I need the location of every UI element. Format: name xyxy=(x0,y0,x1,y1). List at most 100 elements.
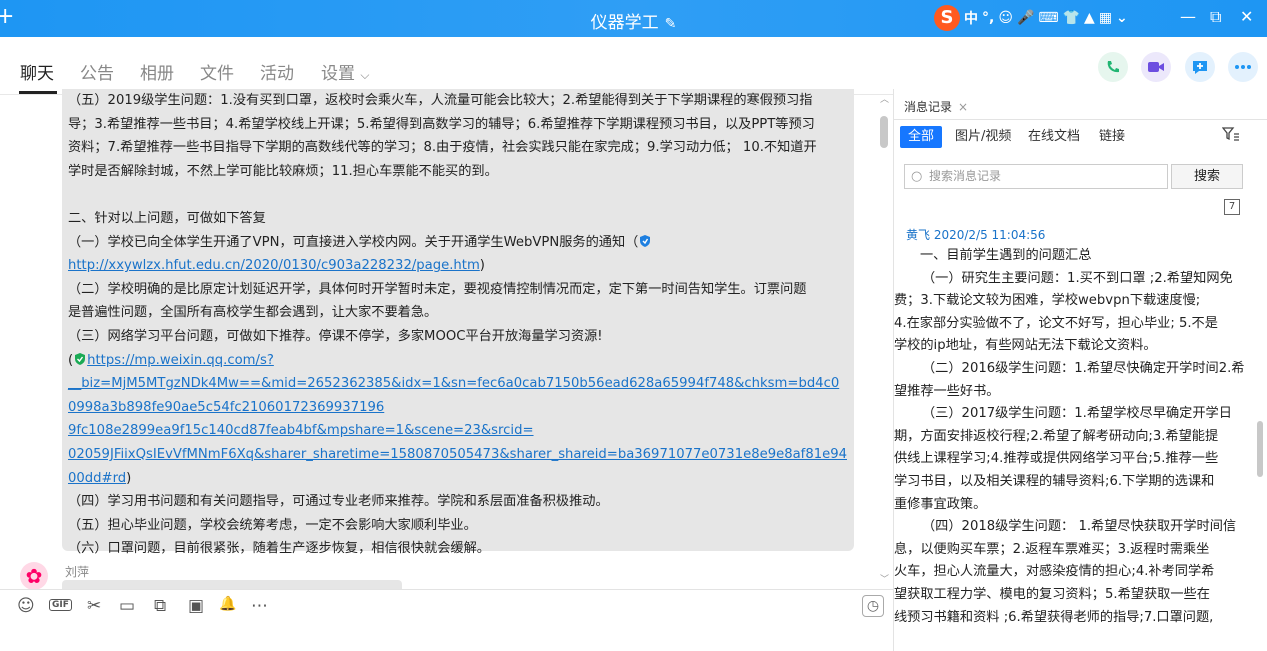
input-toolbar: ☺ GIF ✂ ▭ ⧉ ▣ 🔔 ⋯ ◷ xyxy=(0,590,893,651)
scroll-down-icon[interactable]: ﹀ xyxy=(880,572,889,585)
webvpn-link[interactable]: http://xxywlzx.hfut.edu.cn/2020/0130/c90… xyxy=(68,258,480,273)
ime-punct-icon[interactable]: °, xyxy=(982,10,994,26)
close-icon[interactable]: ✕ xyxy=(1240,7,1253,26)
message-line: （三）网络学习平台问题，可做如下推荐。停课不停学，多家MOOC平台开放海量学习资… xyxy=(68,328,603,344)
video-call-button[interactable] xyxy=(1141,52,1171,82)
video-icon xyxy=(1148,62,1164,72)
message-line: http://xxywlzx.hfut.edu.cn/2020/0130/c90… xyxy=(68,254,848,278)
message-line: __biz=MjM5MTgzNDk4Mw==&mid=2652362385&id… xyxy=(68,372,848,396)
history-line: 供线上课程学习;4.推荐或提供网络学习平台;5.推荐一些 xyxy=(894,451,1219,467)
message-bubble[interactable]: （五）2019级学生问题：1.没有买到口罩，返校时会乘火车，人流量可能会比较大；… xyxy=(62,89,854,556)
message-line: 是普遍性问题，全国所有高校学生都会遇到，让大家不要着急。 xyxy=(68,305,438,321)
tab-album[interactable]: 相册 xyxy=(140,59,174,84)
voice-call-button[interactable] xyxy=(1098,52,1128,82)
filter-all[interactable]: 全部 xyxy=(900,126,943,148)
ime-toolbar: S 中 °, ☺ 🎤 ⌨ 👕 ▲ ▦ ⌄ xyxy=(934,4,1148,32)
gif-icon[interactable]: GIF xyxy=(49,599,72,611)
history-line: （一）研究生主要问题：1.买不到口罩 ;2.希望知网免 xyxy=(922,270,1233,286)
message-line: （五）2019级学生问题：1.没有买到口罩，返校时会乘火车，人流量可能会比较大；… xyxy=(68,93,813,108)
ime-skin-icon[interactable]: 👕 xyxy=(1063,10,1080,26)
mooc-link[interactable]: __biz=MjM5MTgzNDk4Mw==&mid=2652362385&id… xyxy=(68,376,839,391)
history-message: 一、目前学生遇到的问题汇总 （一）研究生主要问题：1.买不到口罩 ;2.希望知网… xyxy=(894,245,1258,629)
search-icon: ○ xyxy=(911,169,923,184)
sogou-logo-icon[interactable]: S xyxy=(934,5,960,31)
nav-bar: 聊天 公告 相册 文件 活动 设置 ⌵ xyxy=(0,37,1267,95)
phone-icon xyxy=(1107,61,1119,73)
history-line: 望获取工程力学、模电的复习资料；5.希望获取一些在 xyxy=(894,586,1210,602)
ime-keyboard-icon[interactable]: ⌨ xyxy=(1038,10,1058,26)
tab-settings[interactable]: 设置 ⌵ xyxy=(321,59,370,84)
restore-icon[interactable]: ⧉ xyxy=(1210,7,1221,27)
history-line: （四）2018级学生问题： 1.希望尽快获取开学时间信 xyxy=(922,519,1237,535)
sender-name: 刘萍 xyxy=(65,565,90,579)
mooc-link[interactable]: 00dd#rd xyxy=(68,471,126,486)
tab-announcement[interactable]: 公告 xyxy=(80,59,114,84)
emoji-icon[interactable]: ☺ xyxy=(17,596,35,616)
message-line: （二）学校明确的是比原定计划延迟开学，具体何时开学暂时未定，要视疫情控制情况而定… xyxy=(68,281,807,297)
mooc-link[interactable]: https://mp.weixin.qq.com/s? xyxy=(87,353,274,368)
image-icon[interactable]: ▣ xyxy=(188,596,204,616)
history-line: 重修事宜政策。 xyxy=(894,496,987,512)
calendar-icon[interactable]: 7 xyxy=(1224,199,1240,215)
bell-icon[interactable]: 🔔 xyxy=(219,596,236,612)
scissors-icon[interactable]: ✂ xyxy=(87,596,101,616)
history-line: 息，以便购买车票；2.返程车票难买；3.返程时需乘坐 xyxy=(894,541,1210,557)
more-icon xyxy=(1235,65,1251,69)
history-line: 一、目前学生遇到的问题汇总 xyxy=(920,248,1092,263)
message-line: （一）学校已向全体学生开通了VPN，可直接进入学校内网。关于开通学生WebVPN… xyxy=(68,231,848,255)
search-button[interactable]: 搜索 xyxy=(1171,164,1243,189)
tab-activity[interactable]: 活动 xyxy=(260,59,294,84)
folder-icon[interactable]: ▭ xyxy=(119,596,135,616)
edit-icon[interactable]: ✎ xyxy=(665,16,677,32)
more-tools-icon[interactable]: ⋯ xyxy=(251,596,268,616)
mooc-link[interactable]: 0998a3b898fe90ae5c54fc21060172369937196 … xyxy=(68,400,534,439)
add-chat-button[interactable] xyxy=(1185,52,1215,82)
message-line: 0998a3b898fe90ae5c54fc21060172369937196 … xyxy=(68,396,848,443)
history-line: 期，方面安排返校行程;2.希望了解考研动向;3.希望能提 xyxy=(894,428,1219,444)
message-line: 导；3.希望推荐一些书目；4.希望学校线上开课；5.希望得到高数学习的辅导；6.… xyxy=(68,116,815,132)
history-search-input[interactable]: ○ 搜索消息记录 xyxy=(904,164,1168,189)
more-button[interactable] xyxy=(1228,52,1258,82)
tab-chat[interactable]: 聊天 xyxy=(20,59,54,84)
ime-voice-icon[interactable]: 🎤 xyxy=(1017,10,1034,26)
history-line: 学校的ip地址，有些网站无法下载论文资料。 xyxy=(894,338,1157,354)
tab-files[interactable]: 文件 xyxy=(200,59,234,84)
clock-icon: ◷ xyxy=(866,598,880,614)
screenshot-icon[interactable]: ⧉ xyxy=(154,596,166,616)
minimize-icon[interactable]: — xyxy=(1180,7,1196,26)
filter-media[interactable]: 图片/视频 xyxy=(955,126,1011,148)
ime-emoji-icon[interactable]: ☺ xyxy=(998,10,1013,26)
title-bar: + 仪器学工 ✎ S 中 °, ☺ 🎤 ⌨ 👕 ▲ ▦ ⌄ — ⧉ ✕ xyxy=(0,0,1267,37)
chat-area: （五）2019级学生问题：1.没有买到口罩，返校时会乘火车，人流量可能会比较大；… xyxy=(0,89,893,589)
paren: ) xyxy=(479,258,485,274)
chevron-down-icon: ⌵ xyxy=(360,68,370,82)
ime-chevron-icon[interactable]: ⌄ xyxy=(1116,10,1128,26)
message-line: 02059JFiixQsIEvVfMNmF6Xq&sharer_sharetim… xyxy=(68,443,848,467)
ime-chinese-icon[interactable]: 中 xyxy=(964,8,978,28)
filter-links[interactable]: 链接 xyxy=(1099,126,1125,148)
ime-grid-icon[interactable]: ▦ xyxy=(1099,10,1112,26)
filter-docs[interactable]: 在线文档 xyxy=(1028,126,1080,148)
close-icon[interactable]: × xyxy=(958,100,968,114)
history-button[interactable]: ◷ xyxy=(862,595,884,617)
chat-scrollbar-thumb[interactable] xyxy=(880,116,888,148)
scroll-up-icon[interactable]: ︿ xyxy=(880,92,889,105)
history-line: 4.在家部分实验做不了，论文不好写，担心毕业; 5.不是 xyxy=(894,315,1218,331)
history-tab-label: 消息记录 xyxy=(904,100,953,114)
chat-scrollbar[interactable]: ︿ ﹀ xyxy=(880,92,889,585)
history-line: 望推荐一些好书。 xyxy=(894,383,1000,399)
message-line: 资料；7.希望推荐一些书目指导下学期的高数线代等的学习；8.由于疫情，社会实践只… xyxy=(68,140,817,156)
search-placeholder: 搜索消息记录 xyxy=(929,169,1002,183)
avatar[interactable]: ✿ xyxy=(20,562,48,590)
history-tab[interactable]: 消息记录 × xyxy=(904,98,968,115)
message-line: 学时是否解除封城，不然上学可能比较麻烦；11.担心车票能不能买的到。 xyxy=(68,163,498,179)
group-name: 仪器学工 xyxy=(590,13,659,33)
mooc-link[interactable]: 02059JFiixQsIEvVfMNmF6Xq&sharer_sharetim… xyxy=(68,447,847,462)
tab-settings-label: 设置 xyxy=(321,64,355,84)
add-chat-icon xyxy=(1193,61,1207,74)
ime-up-icon[interactable]: ▲ xyxy=(1084,10,1095,26)
history-scrollbar-thumb[interactable] xyxy=(1257,421,1263,477)
filter-icon[interactable] xyxy=(1221,127,1240,145)
message-line: （六）口罩问题，目前很紧张，随着生产逐步恢复，相信很快就会缓解。 xyxy=(68,541,490,557)
message-line: （五）担心毕业问题，学校会统筹考虑，一定不会影响大家顺利毕业。 xyxy=(68,517,477,533)
